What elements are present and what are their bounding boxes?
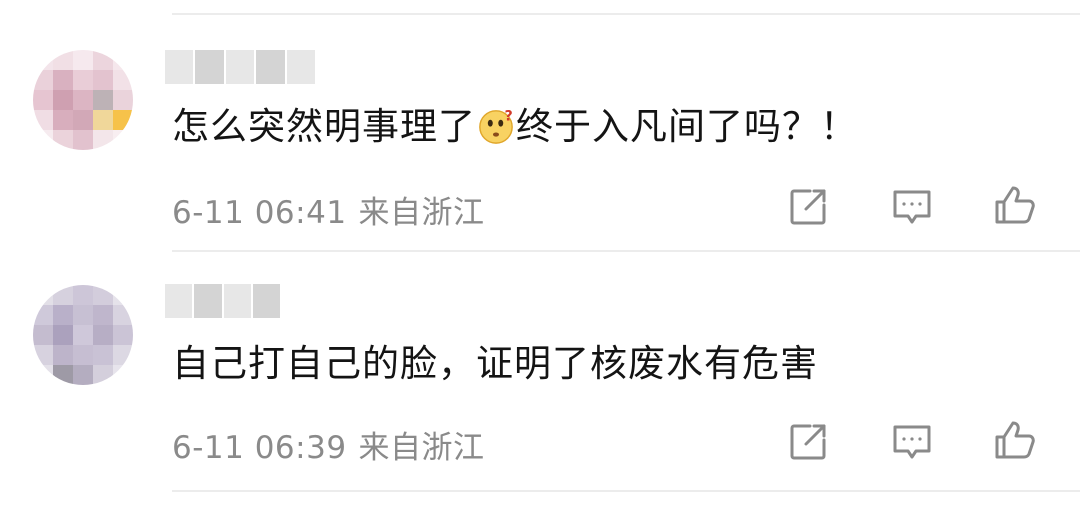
comment-meta: 6-11 06:39 来自浙江	[172, 422, 485, 467]
comment-location: 来自浙江	[358, 430, 485, 466]
share-icon[interactable]	[786, 420, 830, 464]
bottom-divider	[172, 490, 1080, 492]
comment-text: 自己打自己的脸，证明了核废水有危害	[172, 342, 818, 385]
comment-text: 怎么突然明事理了? 终于入凡间了吗？！	[172, 103, 858, 157]
avatar[interactable]	[33, 50, 133, 150]
comment-date: 6-11 06:39	[172, 430, 347, 466]
comment-text-part: 终于入凡间了吗？！	[516, 105, 858, 148]
comment-location: 来自浙江	[358, 195, 485, 231]
svg-text:?: ?	[505, 108, 514, 124]
comment-meta: 6-11 06:41 来自浙江	[172, 187, 485, 232]
comment-icon[interactable]	[890, 185, 934, 229]
like-icon[interactable]	[993, 183, 1037, 227]
comment-text-part: 怎么突然明事理了	[172, 105, 476, 148]
comment-item: 怎么突然明事理了? 终于入凡间了吗？！ 6-11 06:41 来自浙江	[0, 0, 1080, 250]
username-blurred[interactable]	[165, 284, 280, 318]
username-blurred[interactable]	[165, 50, 316, 84]
comment-item: 自己打自己的脸，证明了核废水有危害 6-11 06:39 来自浙江	[0, 252, 1080, 492]
comment-date: 6-11 06:41	[172, 195, 347, 231]
thinking-face-emoji-icon: ?	[477, 107, 515, 157]
comment-icon[interactable]	[890, 420, 934, 464]
avatar[interactable]	[33, 285, 133, 385]
share-icon[interactable]	[786, 185, 830, 229]
like-icon[interactable]	[993, 418, 1037, 462]
